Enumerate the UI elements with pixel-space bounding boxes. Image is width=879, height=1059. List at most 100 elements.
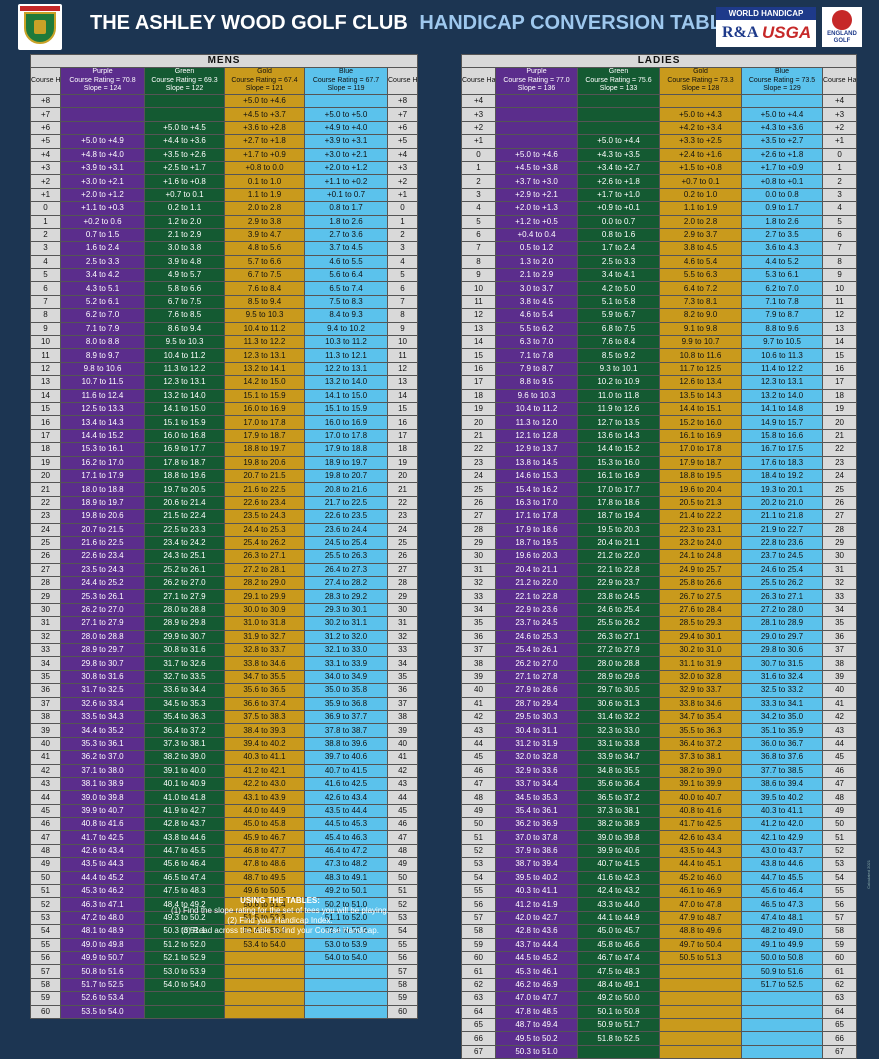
course-handicap-cell: 36 [30, 683, 61, 698]
course-handicap-cell: 55 [821, 884, 858, 899]
blue-cell: 44.7 to 45.5 [741, 870, 823, 886]
course-handicap-cell: 13 [30, 375, 61, 390]
table-row: 1 +4.5 to +3.8 +3.4 to +2.7 +1.5 to +0.8 +1.… [461, 160, 858, 176]
course-handicap-cell: 44 [821, 736, 858, 752]
purple-cell: 30.8 to 31.6 [60, 669, 145, 685]
gold-cell: +2.7 to +1.8 [224, 134, 305, 149]
gold-cell: 27.2 to 28.1 [224, 562, 305, 578]
gold-cell: 26.3 to 27.1 [224, 549, 305, 564]
green-cell: 18.7 to 19.4 [577, 509, 660, 524]
gold-cell: 34.7 to 35.5 [224, 669, 305, 685]
course-handicap-cell: 33 [821, 589, 858, 604]
green-cell: 25.2 to 26.1 [144, 562, 225, 578]
blue-cell [304, 1004, 388, 1019]
blue-cell: 7.1 to 7.8 [741, 294, 823, 310]
purple-cell: 44.4 to 45.2 [60, 870, 145, 886]
course-handicap-cell: 52 [461, 843, 496, 859]
course-handicap-cell: 8 [821, 254, 858, 270]
blue-cell: 11.4 to 12.2 [741, 361, 823, 377]
blue-cell: 31.6 to 32.4 [741, 669, 823, 685]
purple-cell: 38.7 to 39.4 [495, 857, 578, 872]
green-cell: 22.5 to 23.3 [144, 522, 225, 537]
purple-cell: 38.1 to 38.9 [60, 776, 145, 792]
gold-cell [224, 950, 305, 966]
course-handicap-cell: 16 [821, 361, 858, 377]
green-cell: 9.3 to 10.1 [577, 361, 660, 377]
course-handicap-cell: 53 [461, 857, 496, 872]
course-handicap-cell: 39 [386, 723, 419, 738]
usga-label: USGA [762, 23, 812, 42]
gold-cell: 25.4 to 26.2 [224, 535, 305, 551]
gold-cell: 21.4 to 22.2 [659, 509, 742, 524]
course-handicap-cell: 42 [386, 763, 419, 778]
purple-cell: 39.0 to 39.8 [60, 790, 145, 805]
table-row: 7 0.5 to 1.2 1.7 to 2.4 3.8 to 4.5 3.6 to 4.… [461, 241, 858, 256]
green-tee-header: Green Course Rating = 75.6 Slope = 133 [577, 67, 660, 95]
table-row: 5 3.4 to 4.2 4.9 to 5.7 6.7 to 7.5 5.6 to 6.… [30, 268, 419, 283]
gold-cell: 29.4 to 30.1 [659, 629, 742, 645]
course-handicap-cell: 25 [461, 482, 496, 497]
course-handicap-cell: +6 [30, 120, 61, 136]
gold-cell: 9.1 to 9.8 [659, 321, 742, 337]
course-handicap-cell: +2 [386, 174, 419, 189]
course-handicap-cell: 38 [30, 709, 61, 725]
gold-cell: 22.3 to 23.1 [659, 522, 742, 537]
table-row: +4 +4 [461, 93, 858, 109]
side-note: Calculated 2021 [866, 860, 871, 889]
course-handicap-cell: 3 [386, 241, 419, 256]
table-row: +2 +3.0 to +2.1 +1.6 to +0.8 0.1 to 1.0 +1.1… [30, 174, 419, 189]
table-row: 23 19.8 to 20.6 21.5 to 22.4 23.5 to 24.3 22… [30, 509, 419, 524]
blue-cell: 26.4 to 27.3 [304, 562, 388, 578]
table-row: 18 9.6 to 10.3 11.0 to 11.8 13.5 to 14.3 13.… [461, 388, 858, 403]
green-cell: 29.7 to 30.5 [577, 683, 660, 698]
course-handicap-cell: 59 [30, 991, 61, 1006]
green-cell: 52.1 to 52.9 [144, 950, 225, 966]
course-handicap-cell: 40 [461, 683, 496, 698]
purple-cell: 21.2 to 22.0 [495, 576, 578, 591]
course-handicap-cell: 16 [30, 415, 61, 430]
table-row: 8 1.3 to 2.0 2.5 to 3.3 4.6 to 5.4 4.4 to 5.… [461, 254, 858, 270]
green-cell: 17.8 to 18.7 [144, 455, 225, 470]
gold-cell: 15.2 to 16.0 [659, 415, 742, 430]
course-handicap-cell: 6 [30, 281, 61, 296]
course-handicap-cell: 9 [30, 321, 61, 337]
blue-cell: 5.3 to 6.1 [741, 268, 823, 283]
course-handicap-cell: 32 [461, 576, 496, 591]
course-handicap-cell: 16 [386, 415, 419, 430]
green-cell: 42.8 to 43.7 [144, 817, 225, 832]
blue-cell: 15.8 to 16.6 [741, 428, 823, 444]
course-handicap-cell: 0 [821, 147, 858, 162]
course-handicap-cell: 8 [386, 308, 419, 323]
table-row: 48 34.5 to 35.3 36.5 to 37.2 40.0 to 40.7 39… [461, 790, 858, 805]
green-cell: 0.0 to 0.7 [577, 214, 660, 229]
gold-cell: 15.1 to 15.9 [224, 388, 305, 403]
notes-heading: USING THE TABLES: [240, 896, 320, 905]
green-cell: 20.6 to 21.4 [144, 495, 225, 511]
gold-cell [659, 1017, 742, 1033]
course-handicap-cell: +3 [821, 107, 858, 122]
green-cell: 19.5 to 20.3 [577, 522, 660, 537]
course-handicap-cell: 5 [821, 214, 858, 229]
blue-cell: 12.2 to 13.1 [304, 361, 388, 377]
course-handicap-cell: 31 [461, 562, 496, 578]
blue-cell: 36.9 to 37.7 [304, 709, 388, 725]
course-handicap-cell: 63 [821, 991, 858, 1006]
gold-cell: +4.5 to +3.7 [224, 107, 305, 122]
gold-tee-header: Gold Course Rating = 73.3 Slope = 128 [659, 67, 742, 95]
blue-cell: 16.7 to 17.5 [741, 442, 823, 457]
green-cell: 46.7 to 47.4 [577, 950, 660, 966]
table-row: 38 33.5 to 34.3 35.4 to 36.3 37.5 to 38.3 36… [30, 709, 419, 725]
course-handicap-cell: 61 [461, 964, 496, 979]
gold-cell [659, 1004, 742, 1019]
course-handicap-cell: 62 [461, 977, 496, 993]
gold-cell: 48.8 to 49.6 [659, 924, 742, 939]
gold-cell: 47.9 to 48.7 [659, 910, 742, 926]
green-cell: 29.9 to 30.7 [144, 629, 225, 645]
blue-cell: 30.7 to 31.5 [741, 656, 823, 671]
table-row: 25 15.4 to 16.2 17.0 to 17.7 19.6 to 20.4 19… [461, 482, 858, 497]
green-cell: +0.9 to +0.1 [577, 201, 660, 216]
purple-cell: 28.7 to 29.4 [495, 696, 578, 711]
blue-cell: 0.9 to 1.7 [741, 201, 823, 216]
course-handicap-cell: 37 [30, 696, 61, 711]
purple-cell: 7.1 to 7.8 [495, 348, 578, 363]
